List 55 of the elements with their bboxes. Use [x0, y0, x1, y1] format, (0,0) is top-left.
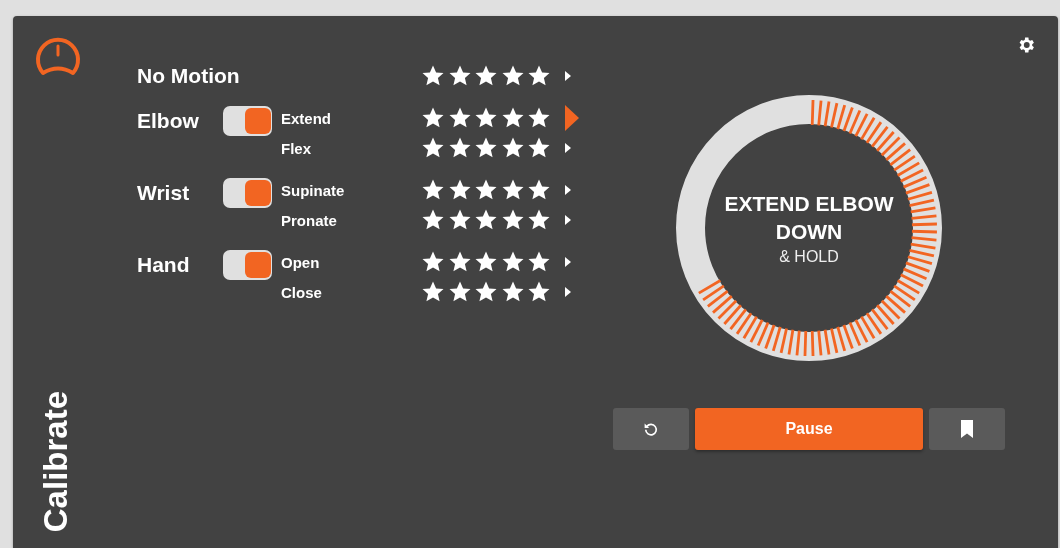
star-icon [527, 136, 551, 160]
motion-label: Flex [281, 139, 312, 157]
star-icon [474, 280, 498, 304]
joint-label: Elbow [137, 108, 200, 134]
star-icon [421, 280, 445, 304]
star-icon [447, 280, 472, 304]
bookmark-button[interactable] [929, 408, 1005, 450]
prompt-title: EXTEND ELBOW DOWN [723, 191, 895, 245]
pause-button[interactable]: Pause [695, 408, 923, 450]
gauge-icon [35, 36, 81, 76]
star-icon [447, 178, 472, 202]
star-icon [500, 178, 525, 202]
joint-label: Hand [137, 252, 191, 278]
star-icon [421, 64, 446, 88]
motion-label: Open [281, 253, 321, 271]
star-icon [527, 280, 551, 304]
star-icon [500, 64, 525, 88]
star-icon [474, 250, 498, 274]
star-icon [474, 136, 498, 160]
star-icon [500, 106, 525, 130]
star-icon [421, 106, 445, 130]
toggle-switch[interactable] [223, 250, 272, 280]
page-title: Calibrate [37, 390, 75, 532]
motion-label: No Motion [137, 64, 241, 88]
star-icon [527, 208, 551, 232]
motion-label: Close [281, 283, 323, 301]
toggle-switch[interactable] [223, 178, 272, 208]
star-icon [474, 208, 498, 232]
motion-label: Pronate [281, 211, 338, 229]
star-icon [421, 250, 445, 274]
star-icon [500, 136, 525, 160]
joint-label: Wrist [137, 180, 191, 206]
star-icon [527, 250, 551, 274]
star-icon [474, 64, 499, 88]
star-icon [500, 280, 525, 304]
motion-label: Supinate [281, 181, 346, 199]
prompt-subtitle: & HOLD [778, 247, 840, 267]
star-icon [421, 208, 445, 232]
star-icon [500, 250, 525, 274]
toggle-switch[interactable] [223, 106, 272, 136]
star-icon [527, 106, 551, 130]
star-icon [447, 208, 472, 232]
star-icon [474, 178, 498, 202]
star-icon [421, 178, 445, 202]
motion-label: Extend [281, 109, 332, 127]
star-icon [447, 106, 472, 130]
star-icon [474, 106, 498, 130]
star-icon [447, 250, 472, 274]
star-icon [500, 208, 525, 232]
star-icon [447, 64, 472, 88]
bookmark-icon [960, 420, 974, 438]
star-icon [527, 178, 551, 202]
star-icon [447, 136, 472, 160]
star-icon [527, 64, 552, 88]
star-icon [421, 136, 445, 160]
